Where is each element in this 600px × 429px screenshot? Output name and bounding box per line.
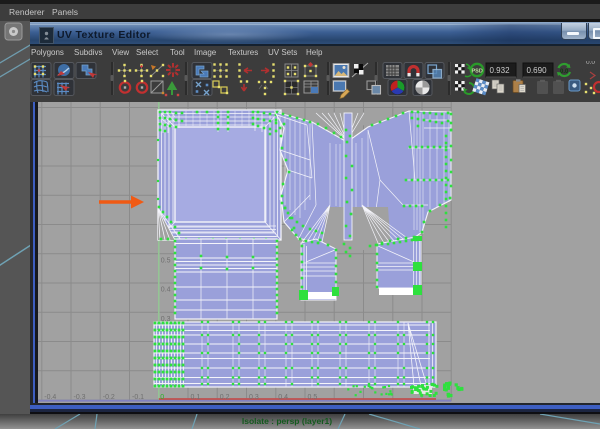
svg-text:-0.1: -0.1 [132,394,144,401]
svg-text:0.5: 0.5 [308,394,318,401]
svg-text:-0.2: -0.2 [103,394,115,401]
svg-text:0.3: 0.3 [161,316,171,323]
svg-text:0.0: 0.0 [560,69,569,75]
svg-text:0.0: 0.0 [586,61,595,66]
svg-text:-0.4: -0.4 [44,394,56,401]
svg-text:0.932: 0.932 [490,66,511,75]
svg-text:0.1: 0.1 [191,394,201,401]
svg-text:0.4: 0.4 [278,394,288,401]
svg-text:-0.3: -0.3 [74,394,86,401]
svg-text:0.2: 0.2 [220,394,230,401]
svg-text:0: 0 [160,394,164,401]
svg-text:0.3: 0.3 [249,394,259,401]
svg-text:0.4: 0.4 [161,287,171,294]
svg-text:PSD: PSD [472,69,483,75]
svg-text:0.5: 0.5 [161,257,171,264]
svg-text:0.690: 0.690 [527,66,548,75]
